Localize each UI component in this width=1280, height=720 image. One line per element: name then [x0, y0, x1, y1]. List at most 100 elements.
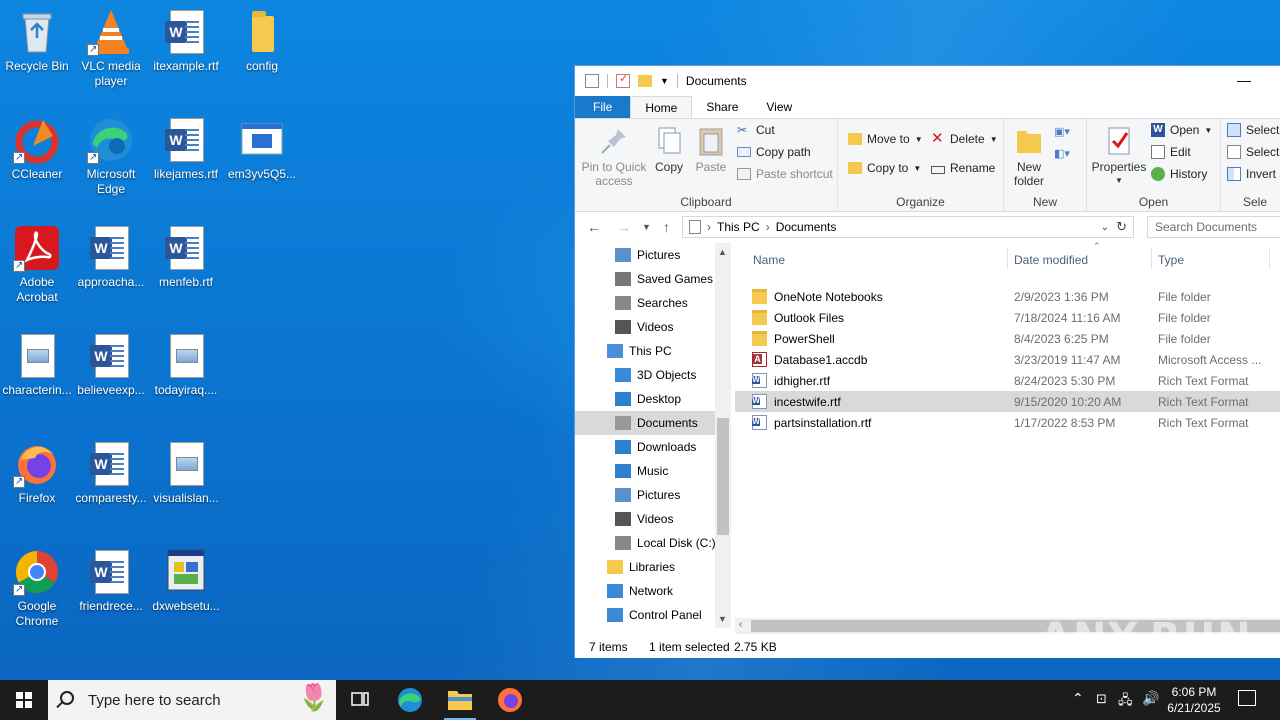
tab-file[interactable]: File: [575, 96, 631, 118]
notifications-icon[interactable]: [1238, 690, 1256, 706]
edit-button[interactable]: Edit: [1151, 145, 1191, 159]
desktop-icon-comparesty[interactable]: W comparesty...: [74, 440, 148, 506]
move-to-button[interactable]: Move to ▼: [848, 132, 923, 146]
desktop-icon-recycle-bin[interactable]: Recycle Bin: [0, 8, 74, 74]
select-none-button[interactable]: Select n: [1227, 145, 1280, 159]
copy-path-button[interactable]: Copy path: [737, 145, 811, 159]
scrollbar-thumb[interactable]: [717, 418, 729, 535]
file-row[interactable]: idhigher.rtf 8/24/2023 5:30 PM Rich Text F…: [735, 370, 1280, 391]
new-item-icon[interactable]: ▣▾: [1054, 125, 1078, 141]
open-button[interactable]: W Open ▼: [1151, 123, 1212, 137]
folder-properties-icon[interactable]: [585, 74, 599, 88]
nav-item-music[interactable]: Music: [575, 459, 731, 483]
address-bar[interactable]: › This PC › Documents ⌄ ↻: [682, 216, 1134, 238]
cut-button[interactable]: ✂ Cut: [737, 123, 775, 137]
show-hidden-icons-chevron-icon[interactable]: ⌃: [1072, 690, 1084, 707]
scroll-down-icon[interactable]: ▼: [718, 614, 727, 624]
nav-item-searches[interactable]: Searches: [575, 291, 731, 315]
pin-to-quick-access-button[interactable]: Pin to Quick access: [581, 125, 647, 188]
paste-button[interactable]: Paste: [691, 125, 731, 174]
desktop-icon-visualislan[interactable]: visualislan...: [149, 440, 223, 506]
paste-shortcut-button[interactable]: Paste shortcut: [737, 167, 833, 181]
file-row[interactable]: OneNote Notebooks 2/9/2023 1:36 PM File fo…: [735, 286, 1280, 307]
taskbar-file-explorer[interactable]: [436, 680, 484, 720]
desktop-icon-ccleaner[interactable]: CCleaner: [0, 116, 74, 182]
properties-button[interactable]: Properties ▼: [1089, 125, 1149, 188]
desktop-icon-dxwebsetup[interactable]: dxwebsetu...: [149, 548, 223, 614]
desktop-icon-microsoft-edge[interactable]: Microsoft Edge: [74, 116, 148, 197]
column-header-name[interactable]: Name: [753, 253, 785, 267]
taskbar-edge[interactable]: [386, 680, 434, 720]
column-header-type[interactable]: Type: [1158, 253, 1184, 267]
new-folder-button[interactable]: New folder: [1008, 125, 1050, 188]
file-row[interactable]: partsinstallation.rtf 1/17/2022 8:53 PM Ri…: [735, 412, 1280, 433]
nav-item-control-panel[interactable]: Control Panel: [575, 603, 731, 627]
address-dropdown-icon[interactable]: ⌄: [1101, 222, 1109, 233]
quick-access-dropdown-icon[interactable]: ▼: [660, 76, 669, 86]
history-button[interactable]: History: [1151, 167, 1207, 181]
nav-item-3d-objects[interactable]: 3D Objects: [575, 363, 731, 387]
up-arrow-icon[interactable]: ↑: [663, 219, 670, 235]
search-box[interactable]: Search Documents: [1147, 216, 1280, 238]
nav-item-network[interactable]: Network: [575, 579, 731, 603]
scroll-up-icon[interactable]: ▲: [718, 247, 727, 257]
nav-item-pictures[interactable]: Pictures: [575, 243, 731, 267]
nav-item-pictures[interactable]: Pictures: [575, 483, 731, 507]
desktop-icon-todayiraq[interactable]: todayiraq....: [149, 332, 223, 398]
taskbar-search-box[interactable]: Type here to search 🌷: [48, 680, 336, 720]
network-icon[interactable]: 🖧: [1118, 691, 1133, 713]
desktop-icon-likejames[interactable]: W likejames.rtf: [149, 116, 223, 182]
minimize-button[interactable]: —: [1230, 73, 1258, 89]
delete-button[interactable]: ✕ Delete ▼: [931, 131, 998, 146]
device-icon[interactable]: ⊡: [1096, 691, 1107, 707]
tab-view[interactable]: View: [752, 96, 806, 118]
back-arrow-icon[interactable]: ←: [587, 219, 601, 235]
file-row[interactable]: incestwife.rtf 9/15/2020 10:20 AM Rich Tex…: [735, 391, 1280, 412]
nav-item-local-disk-c[interactable]: Local Disk (C:): [575, 531, 731, 555]
desktop-icon-adobe-acrobat[interactable]: Adobe Acrobat: [0, 224, 74, 305]
desktop-icon-itexample[interactable]: W itexample.rtf: [149, 8, 223, 74]
nav-item-saved-games[interactable]: Saved Games: [575, 267, 731, 291]
tab-home[interactable]: Home: [630, 96, 693, 118]
desktop-icon-google-chrome[interactable]: Google Chrome: [0, 548, 74, 629]
desktop-icon-friendrece[interactable]: W friendrece...: [74, 548, 148, 614]
desktop-icon-firefox[interactable]: Firefox: [0, 440, 74, 506]
desktop-icon-believeexp[interactable]: W believeexp...: [74, 332, 148, 398]
nav-item-libraries[interactable]: Libraries: [575, 555, 731, 579]
file-row[interactable]: Outlook Files 7/18/2024 11:16 AM File fold…: [735, 307, 1280, 328]
task-view-button[interactable]: [336, 680, 384, 720]
column-header-date[interactable]: Date modified: [1014, 253, 1088, 267]
nav-item-documents[interactable]: Documents: [575, 411, 731, 435]
forward-arrow-icon[interactable]: →: [617, 219, 631, 235]
copy-button[interactable]: Copy: [651, 125, 687, 174]
breadcrumb-documents[interactable]: Documents: [776, 220, 837, 234]
easy-access-icon[interactable]: ◧▾: [1054, 147, 1078, 163]
desktop-icon-menfeb[interactable]: W menfeb.rtf: [149, 224, 223, 290]
desktop-icon-em3yv5q5[interactable]: em3yv5Q5...: [225, 116, 299, 182]
rename-button[interactable]: Rename: [931, 161, 995, 175]
invert-selection-button[interactable]: Invert s: [1227, 167, 1280, 181]
nav-item-downloads[interactable]: Downloads: [575, 435, 731, 459]
properties-check-icon[interactable]: ✓: [616, 73, 630, 88]
desktop-icon-approacha[interactable]: W approacha...: [74, 224, 148, 290]
start-button[interactable]: [0, 680, 48, 720]
nav-item-videos[interactable]: Videos: [575, 315, 731, 339]
breadcrumb-this-pc[interactable]: This PC: [717, 220, 760, 234]
recent-locations-chevron-icon[interactable]: ▼: [642, 222, 651, 232]
file-row[interactable]: PowerShell 8/4/2023 6:25 PM File folder: [735, 328, 1280, 349]
file-row[interactable]: Database1.accdb 3/23/2019 11:47 AM Microso…: [735, 349, 1280, 370]
scroll-left-icon[interactable]: ‹: [739, 619, 742, 630]
nav-pane-scrollbar[interactable]: ▲ ▼: [715, 243, 731, 628]
copy-to-button[interactable]: Copy to ▼: [848, 161, 921, 175]
desktop-icon-characterin[interactable]: characterin...: [0, 332, 74, 398]
nav-item-desktop[interactable]: Desktop: [575, 387, 731, 411]
nav-item-videos[interactable]: Videos: [575, 507, 731, 531]
desktop-icon-vlc[interactable]: VLC media player: [74, 8, 148, 89]
new-folder-quick-icon[interactable]: [638, 75, 652, 87]
refresh-icon[interactable]: ↻: [1116, 219, 1127, 235]
select-all-button[interactable]: Select a: [1227, 123, 1280, 137]
tab-share[interactable]: Share: [692, 96, 752, 118]
desktop-icon-config[interactable]: config: [225, 8, 299, 74]
nav-item-this-pc[interactable]: This PC: [575, 339, 731, 363]
taskbar-firefox[interactable]: [486, 680, 534, 720]
